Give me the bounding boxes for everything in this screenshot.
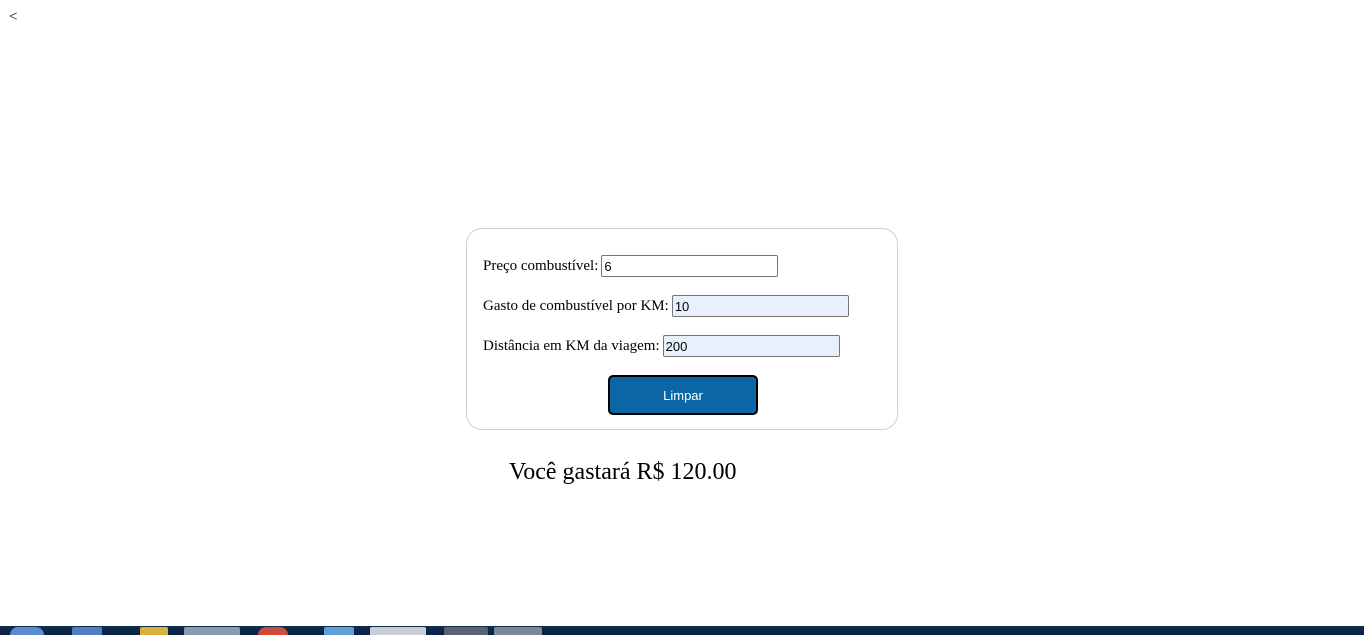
fuel-per-km-label: Gasto de combustível por KM: [483,297,669,314]
fuel-per-km-row: Gasto de combustível por KM: [483,294,849,318]
ie-icon[interactable] [324,627,354,635]
explorer-icon[interactable] [184,627,240,635]
back-link[interactable]: < [9,7,17,27]
app-icon[interactable] [72,627,102,635]
start-orb-icon[interactable] [10,627,44,635]
fuel-price-input[interactable] [601,255,779,277]
os-taskbar [0,626,1364,635]
fuel-price-label: Preço combustível: [483,257,599,274]
chrome-icon[interactable] [258,627,288,635]
chrome-window-icon[interactable] [370,627,426,635]
terminal-icon[interactable] [444,627,488,635]
fuel-price-row: Preço combustível: [483,254,779,278]
fuel-calculator-form: Preço combustível: Gasto de combustível … [466,228,898,430]
distance-label: Distância em KM da viagem: [483,337,660,354]
distance-input[interactable] [662,335,840,357]
result-text: Você gastará R$ 120.00 [509,459,737,485]
document-icon[interactable] [494,627,542,635]
fuel-per-km-input[interactable] [671,295,849,317]
folder-icon[interactable] [140,627,168,635]
distance-row: Distância em KM da viagem: [483,334,840,358]
clear-button[interactable]: Limpar [608,375,758,415]
